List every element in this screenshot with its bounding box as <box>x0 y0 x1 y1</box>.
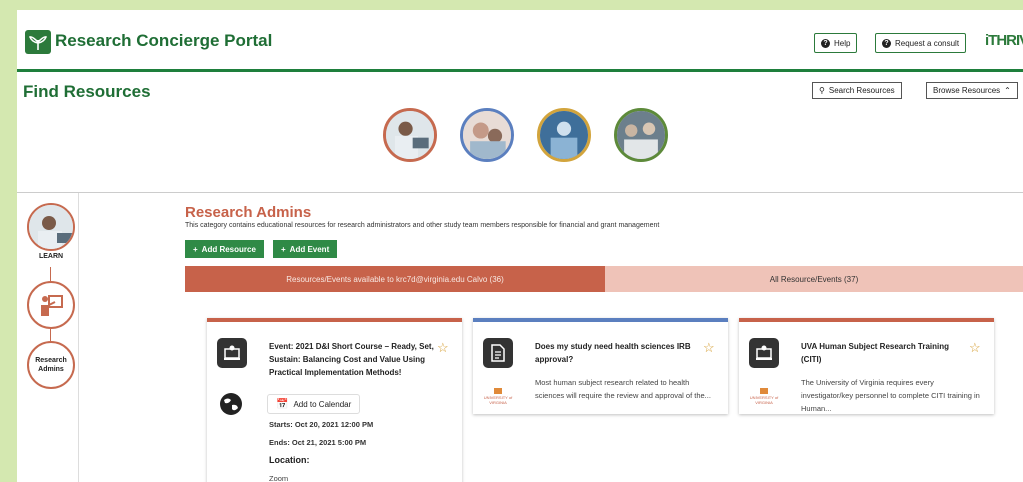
location-label: Location: <box>269 455 310 465</box>
card-description: The University of Virginia requires ever… <box>801 378 980 413</box>
portal-title[interactable]: Research Concierge Portal <box>55 31 272 51</box>
location-value: Zoom <box>269 474 289 482</box>
category-connect[interactable]: CONNECT <box>605 108 677 184</box>
help-label: Help <box>834 38 851 48</box>
conduct-photo <box>537 108 591 162</box>
category-learn[interactable]: LEARN <box>374 108 446 184</box>
favorite-star-icon[interactable]: ☆ <box>703 340 715 356</box>
document-icon <box>483 338 513 368</box>
search-resources-button[interactable]: ⚲ Search Resources <box>812 82 902 99</box>
rail-learn-label[interactable]: LEARN <box>31 253 71 260</box>
search-icon: ⚲ <box>819 86 825 95</box>
category-conduct[interactable]: CONDUCT <box>528 108 600 184</box>
rail-connector <box>50 267 51 281</box>
request-consult-button[interactable]: ? Request a consult <box>875 33 967 53</box>
resource-card-irb[interactable]: UNIVERSITY of VIRGINIA Does my study nee… <box>473 318 728 414</box>
card-title[interactable]: Does my study need health sciences IRB a… <box>535 340 700 366</box>
training-type-icon <box>749 338 779 368</box>
add-event-button[interactable]: + Add Event <box>273 240 338 258</box>
ithriv-logo[interactable]: iTHRIV <box>985 32 1023 49</box>
card-description: Most human subject research related to h… <box>535 378 711 400</box>
university-logo-text: UNIVERSITY of VIRGINIA <box>483 395 513 405</box>
favorite-star-icon[interactable]: ☆ <box>969 340 981 356</box>
rail-teacher-node[interactable] <box>27 281 75 329</box>
find-resources-title: Find Resources <box>23 82 151 101</box>
add-to-calendar-label: Add to Calendar <box>293 399 352 409</box>
top-bar: Research Concierge Portal ? Help ? Reque… <box>17 10 1023 72</box>
help-button[interactable]: ? Help <box>814 33 858 53</box>
connect-photo <box>614 108 668 162</box>
learn-photo <box>383 108 437 162</box>
tab-available-resources[interactable]: Resources/Events available to krc7d@virg… <box>185 266 605 292</box>
browse-resources-button[interactable]: Browse Resources ⌃ <box>926 82 1018 99</box>
propose-photo <box>460 108 514 162</box>
event-type-icon <box>217 338 247 368</box>
divider <box>17 192 1023 193</box>
rail-research-admins-node[interactable]: Research Admins <box>27 341 75 389</box>
add-resource-button[interactable]: + Add Resource <box>185 240 264 258</box>
section-description: This category contains educational resou… <box>185 222 660 229</box>
category-propose[interactable]: PROPOSE <box>451 108 523 184</box>
request-consult-label: Request a consult <box>895 38 960 48</box>
browse-resources-label: Browse Resources <box>933 86 1001 95</box>
add-resource-label: Add Resource <box>201 244 256 254</box>
tab-all-resources[interactable]: All Resource/Events (37) <box>605 266 1023 292</box>
calendar-icon: 📅 <box>276 398 289 410</box>
university-logo: UNIVERSITY of VIRGINIA <box>483 388 513 405</box>
plus-icon: + <box>281 244 286 254</box>
help-icon: ? <box>882 38 891 48</box>
presenter-icon <box>41 295 63 316</box>
globe-icon <box>219 392 243 416</box>
university-logo-text: UNIVERSITY of VIRGINIA <box>749 395 779 405</box>
rail-connector <box>50 329 51 341</box>
resource-card-event[interactable]: Event: 2021 D&I Short Course – Ready, Se… <box>207 318 462 482</box>
add-to-calendar-button[interactable]: 📅 Add to Calendar <box>267 394 361 414</box>
university-logo: UNIVERSITY of VIRGINIA <box>749 388 779 405</box>
add-event-label: Add Event <box>289 244 330 254</box>
rail-research-admins-label: Research Admins <box>35 357 67 373</box>
portal-logo-icon[interactable] <box>25 30 51 54</box>
tab-available-label: Resources/Events available to krc7d@virg… <box>286 274 504 284</box>
resource-card-citi[interactable]: UNIVERSITY of VIRGINIA UVA Human Subject… <box>739 318 994 414</box>
portal-window: Research Concierge Portal ? Help ? Reque… <box>17 10 1023 482</box>
search-resources-label: Search Resources <box>828 86 895 95</box>
section-title: Research Admins <box>185 204 312 221</box>
tab-all-label: All Resource/Events (37) <box>769 274 859 284</box>
card-title[interactable]: UVA Human Subject Research Training (CIT… <box>801 340 966 366</box>
chevron-up-icon: ⌃ <box>1004 86 1011 95</box>
event-start: Starts: Oct 20, 2021 12:00 PM <box>269 420 374 429</box>
favorite-star-icon[interactable]: ☆ <box>437 340 449 356</box>
plus-icon: + <box>193 244 198 254</box>
help-icon: ? <box>821 38 830 48</box>
rail-learn-photo[interactable] <box>27 203 75 251</box>
event-end: Ends: Oct 21, 2021 5:00 PM <box>269 438 367 447</box>
card-title[interactable]: Event: 2021 D&I Short Course – Ready, Se… <box>269 340 434 379</box>
category-rail: LEARN Research Admins <box>17 193 79 482</box>
